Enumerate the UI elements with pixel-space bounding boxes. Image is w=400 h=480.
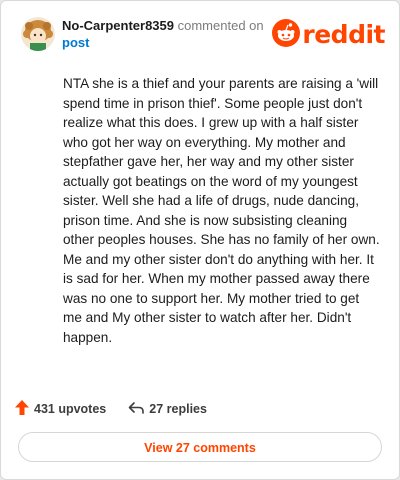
reply-arrow-icon: [128, 401, 149, 418]
upvote-arrow-icon: [15, 400, 34, 418]
reddit-logo[interactable]: reddit: [272, 18, 385, 52]
reddit-snoo-icon: [272, 18, 301, 52]
comment-body: NTA she is a thief and your parents are …: [63, 76, 380, 345]
upvotes-count: 431 upvotes: [34, 402, 107, 416]
post-link[interactable]: post: [62, 34, 292, 51]
upvotes-stat[interactable]: 431 upvotes: [15, 400, 106, 418]
comment-card: No-Carpenter8359 commented on post reddi…: [0, 0, 400, 480]
comment-meta: No-Carpenter8359 commented on post: [62, 17, 292, 51]
avatar[interactable]: [21, 17, 55, 51]
view-comments-button[interactable]: View 27 comments: [18, 432, 382, 462]
replies-count: 27 replies: [149, 402, 207, 416]
commented-on-label: commented on: [177, 18, 264, 33]
reddit-wordmark: reddit: [302, 20, 385, 49]
username-link[interactable]: No-Carpenter8359: [62, 18, 174, 33]
replies-stat[interactable]: 27 replies: [128, 401, 207, 418]
comment-header: No-Carpenter8359 commented on post reddi…: [15, 11, 387, 57]
comment-stats: 431 upvotes 27 replies: [15, 399, 229, 419]
